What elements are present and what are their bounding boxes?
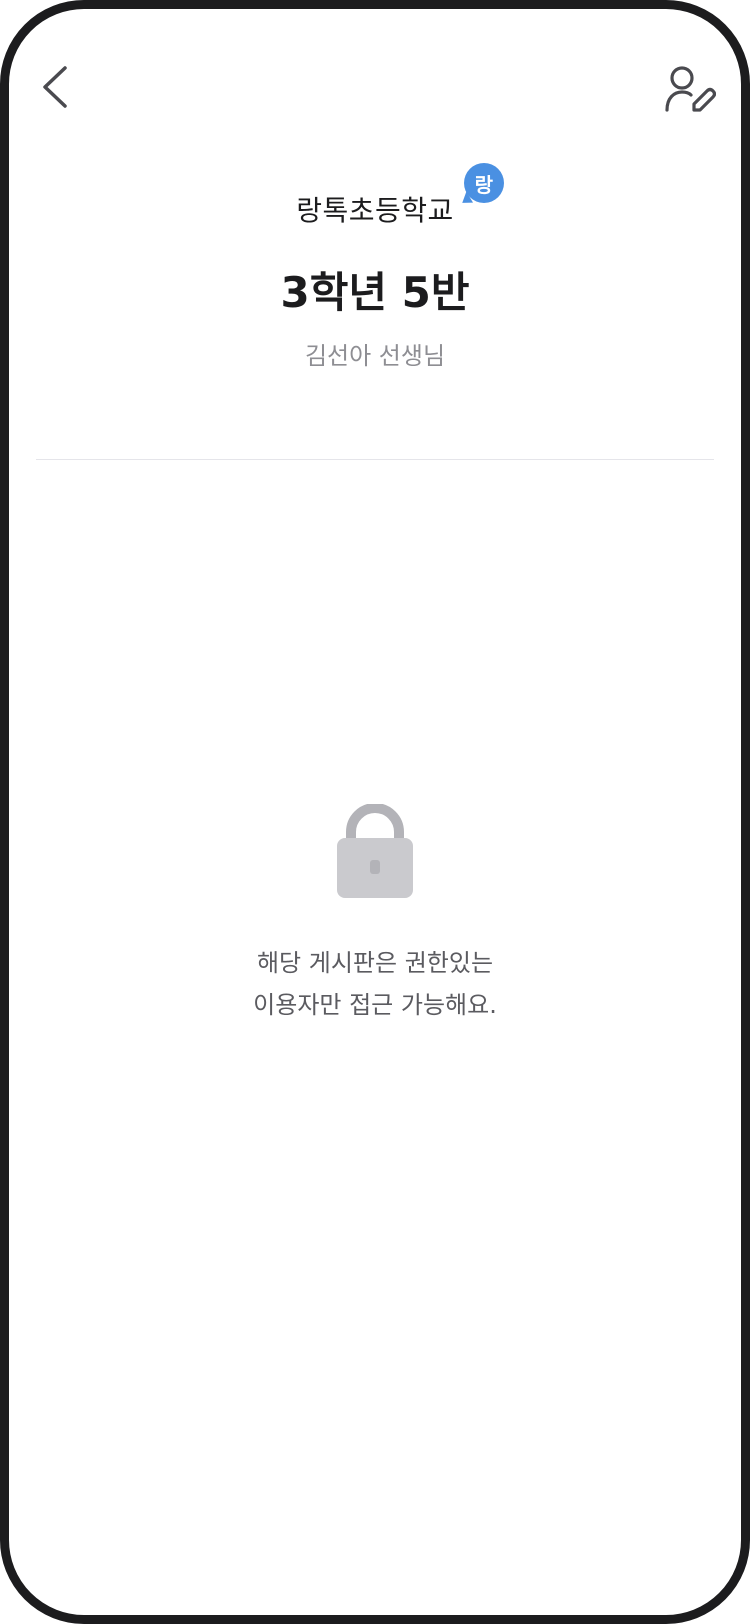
lock-icon (337, 803, 413, 898)
speech-bubble-icon: 랑 (463, 163, 504, 203)
class-title: 3학년 5반 (280, 268, 470, 317)
school-name: 랑톡초등학교 (296, 194, 454, 227)
locked-message-line2: 이용자만 접근 가능해요. (253, 991, 497, 1019)
locked-message-line1: 해당 게시판은 권한있는 (256, 949, 494, 977)
school-row: 랑톡초등학교 랑 (296, 163, 504, 229)
profile-edit-button[interactable] (659, 59, 721, 121)
user-edit-icon (665, 66, 716, 112)
chevron-left-icon (43, 66, 67, 108)
locked-board-notice: 해당 게시판은 권한있는 이용자만 접근 가능해요. (9, 803, 741, 1026)
app-screen: 랑톡초등학교 랑 3학년 5반 김선아 선생님 해당 게시판은 권한있는 이용자… (0, 0, 750, 1624)
class-header: 랑톡초등학교 랑 3학년 5반 김선아 선생님 (9, 163, 741, 371)
divider (36, 459, 714, 460)
back-button[interactable] (31, 59, 79, 115)
teacher-name: 김선아 선생님 (304, 342, 446, 370)
school-badge: 랑 (462, 163, 504, 207)
locked-message: 해당 게시판은 권한있는 이용자만 접근 가능해요. (9, 942, 741, 1026)
